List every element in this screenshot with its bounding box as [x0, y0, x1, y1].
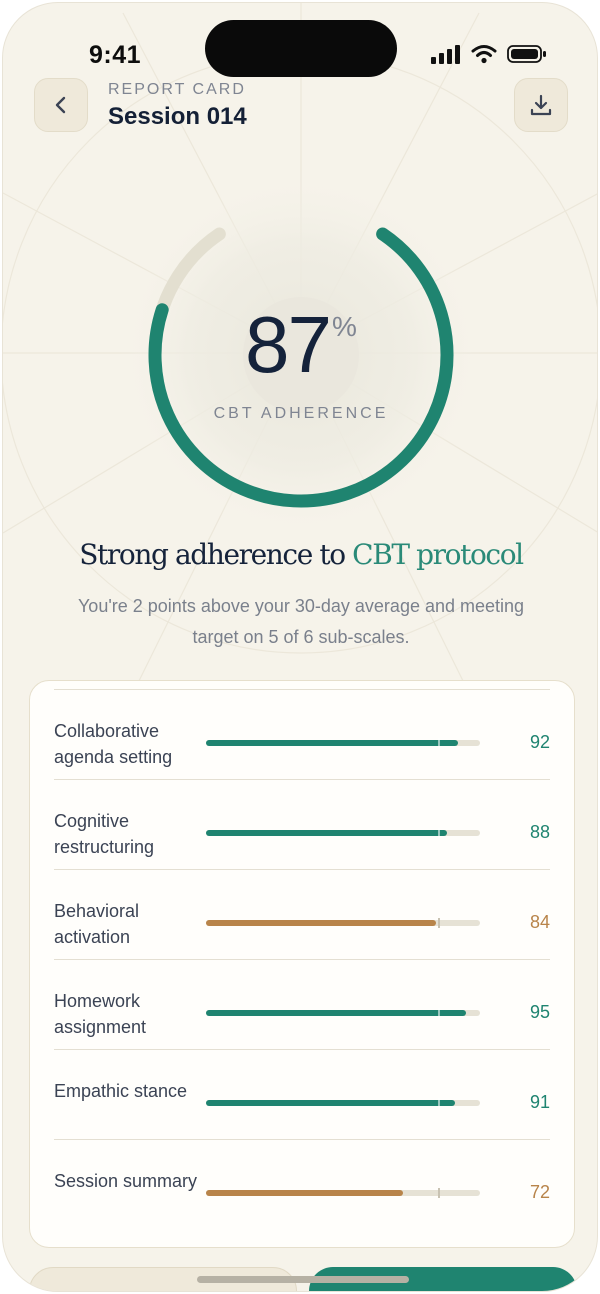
- gauge-label: CBT ADHERENCE: [213, 405, 389, 422]
- subscale-label: Behavioral activation: [54, 901, 140, 947]
- subscale-bar-fill: [206, 1100, 456, 1106]
- summary-text: You're 2 points above your 30-day averag…: [77, 596, 525, 647]
- adherence-gauge: [116, 170, 486, 540]
- target-marker: [437, 738, 440, 748]
- gauge-score: 87%: [3, 299, 597, 391]
- headline-prefix: Strong adherence to: [79, 538, 353, 571]
- subscale-bar-fill: [206, 1010, 467, 1016]
- subscale-row[interactable]: Collaborative agenda setting 92: [54, 689, 550, 779]
- subscale-label: Collaborative agenda setting: [54, 721, 173, 767]
- subscale-row[interactable]: Behavioral activation 84: [54, 869, 550, 959]
- subscale-bar: [206, 918, 480, 928]
- subscale-bar: [206, 1098, 480, 1108]
- target-marker: [437, 1098, 440, 1108]
- target-marker: [437, 1188, 440, 1198]
- subscale-value: 91: [529, 1092, 550, 1112]
- subscale-value: 92: [529, 732, 550, 752]
- score-value: 87: [245, 300, 332, 389]
- subscale-bar-fill: [206, 1190, 404, 1196]
- score-unit: %: [332, 311, 357, 342]
- subscale-label: Empathic stance: [54, 1081, 188, 1101]
- subscale-label: Cognitive restructuring: [54, 811, 155, 857]
- target-marker: [437, 1008, 440, 1018]
- home-indicator: [197, 1276, 409, 1283]
- subscale-bar-fill: [206, 920, 437, 926]
- subscale-value: 84: [529, 912, 550, 932]
- subscale-value: 88: [529, 822, 550, 842]
- headline-accent: CBT protocol: [352, 538, 524, 571]
- subscale-bar: [206, 738, 480, 748]
- target-marker: [437, 828, 440, 838]
- subscale-bar: [206, 1188, 480, 1198]
- subscale-bar-fill: [206, 740, 459, 746]
- subscale-value: 72: [529, 1182, 550, 1202]
- phone-screen: 9:41 REPORT CARD Session 014 87% CBT ADH…: [2, 2, 598, 1292]
- subscale-row[interactable]: Homework assignment 95: [54, 959, 550, 1049]
- subscale-value: 95: [529, 1002, 550, 1022]
- subscale-row[interactable]: Session summary 72: [54, 1139, 550, 1229]
- subscale-label: Homework assignment: [54, 991, 147, 1037]
- subscale-row[interactable]: Cognitive restructuring 88: [54, 779, 550, 869]
- headline: Strong adherence to CBT protocol: [3, 538, 597, 571]
- subscale-bar-fill: [206, 830, 448, 836]
- subscale-bar: [206, 1008, 480, 1018]
- subscale-label: Session summary: [54, 1171, 198, 1191]
- target-marker: [437, 918, 440, 928]
- subscale-bar: [206, 828, 480, 838]
- subscale-row[interactable]: Empathic stance 91: [54, 1049, 550, 1139]
- subscale-card: Collaborative agenda setting 92 Cognitive …: [29, 680, 575, 1248]
